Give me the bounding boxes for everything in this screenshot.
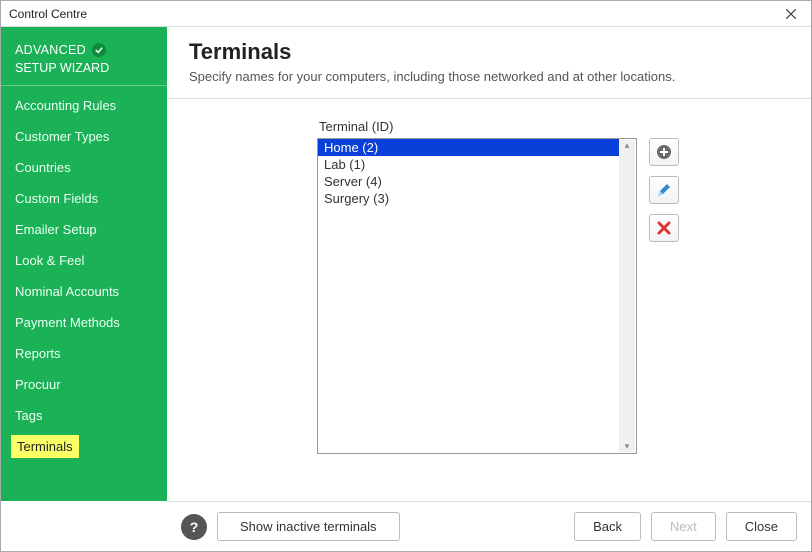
sidebar-item-customer-types[interactable]: Customer Types: [1, 121, 167, 152]
add-icon: [656, 144, 672, 160]
sidebar-item-terminals[interactable]: Terminals: [11, 435, 79, 458]
sidebar-item-label: Payment Methods: [15, 315, 120, 330]
sidebar-item-emailer-setup[interactable]: Emailer Setup: [1, 214, 167, 245]
sidebar-item-label: Tags: [15, 408, 42, 423]
content: Terminal (ID) ▴ ▾ Home (2)Lab (1)Server …: [167, 99, 811, 501]
back-button[interactable]: Back: [574, 512, 641, 541]
footer: ? Show inactive terminals Back Next Clos…: [167, 501, 811, 551]
terminal-listbox[interactable]: ▴ ▾ Home (2)Lab (1)Server (4)Surgery (3): [317, 138, 637, 454]
sidebar-heading: ADVANCED: [1, 37, 167, 59]
sidebar-subheading: SETUP WIZARD: [1, 59, 167, 86]
terminal-row[interactable]: Server (4): [318, 173, 619, 190]
next-button: Next: [651, 512, 716, 541]
sidebar-items: Accounting Rules Customer Types Countries C…: [1, 90, 167, 462]
check-circle-icon: [92, 43, 106, 57]
window-title: Control Centre: [9, 7, 87, 21]
sidebar-item-custom-fields[interactable]: Custom Fields: [1, 183, 167, 214]
window: Control Centre ADVANCED SETUP WIZARD Acc…: [0, 0, 812, 552]
sidebar-item-accounting-rules[interactable]: Accounting Rules: [1, 90, 167, 121]
sidebar-item-label: Procuur: [15, 377, 61, 392]
main-header: Terminals Specify names for your compute…: [167, 27, 811, 99]
sidebar-heading-label: ADVANCED: [15, 43, 86, 57]
add-terminal-button[interactable]: [649, 138, 679, 166]
help-button[interactable]: ?: [181, 514, 207, 540]
sidebar-item-label: Customer Types: [15, 129, 109, 144]
sidebar-item-label: Emailer Setup: [15, 222, 97, 237]
window-close-button[interactable]: [771, 1, 811, 27]
terminal-list-label: Terminal (ID): [319, 119, 791, 134]
sidebar-item-payment-methods[interactable]: Payment Methods: [1, 307, 167, 338]
show-inactive-button[interactable]: Show inactive terminals: [217, 512, 400, 541]
terminal-row[interactable]: Home (2): [318, 139, 619, 156]
terminal-row[interactable]: Lab (1): [318, 156, 619, 173]
chevron-up-icon: ▴: [625, 140, 630, 151]
sidebar-item-label: Terminals: [17, 439, 73, 454]
sidebar-item-label: Look & Feel: [15, 253, 84, 268]
sidebar-item-nominal-accounts[interactable]: Nominal Accounts: [1, 276, 167, 307]
sidebar-item-label: Nominal Accounts: [15, 284, 119, 299]
sidebar-item-look-feel[interactable]: Look & Feel: [1, 245, 167, 276]
sidebar-item-countries[interactable]: Countries: [1, 152, 167, 183]
list-wrap: ▴ ▾ Home (2)Lab (1)Server (4)Surgery (3): [317, 138, 791, 454]
terminal-row[interactable]: Surgery (3): [318, 190, 619, 207]
sidebar-item-label: Countries: [15, 160, 71, 175]
delete-icon: [657, 221, 671, 235]
sidebar-item-reports[interactable]: Reports: [1, 338, 167, 369]
page-title: Terminals: [189, 39, 789, 65]
body: ADVANCED SETUP WIZARD Accounting Rules Cu…: [1, 27, 811, 501]
sidebar-item-label: Custom Fields: [15, 191, 98, 206]
close-button[interactable]: Close: [726, 512, 797, 541]
sidebar: ADVANCED SETUP WIZARD Accounting Rules Cu…: [1, 27, 167, 501]
delete-terminal-button[interactable]: [649, 214, 679, 242]
action-column: [649, 138, 679, 242]
sidebar-item-label: Reports: [15, 346, 61, 361]
page-description: Specify names for your computers, includ…: [189, 69, 789, 84]
close-icon: [786, 6, 796, 22]
sidebar-item-tags[interactable]: Tags: [1, 400, 167, 431]
main: Terminals Specify names for your compute…: [167, 27, 811, 501]
sidebar-item-label: Accounting Rules: [15, 98, 116, 113]
help-icon: ?: [190, 519, 199, 535]
scrollbar[interactable]: ▴ ▾: [619, 140, 635, 452]
edit-terminal-button[interactable]: [649, 176, 679, 204]
sidebar-item-procuur[interactable]: Procuur: [1, 369, 167, 400]
chevron-down-icon: ▾: [625, 441, 630, 452]
edit-icon: [656, 182, 672, 198]
titlebar: Control Centre: [1, 1, 811, 27]
